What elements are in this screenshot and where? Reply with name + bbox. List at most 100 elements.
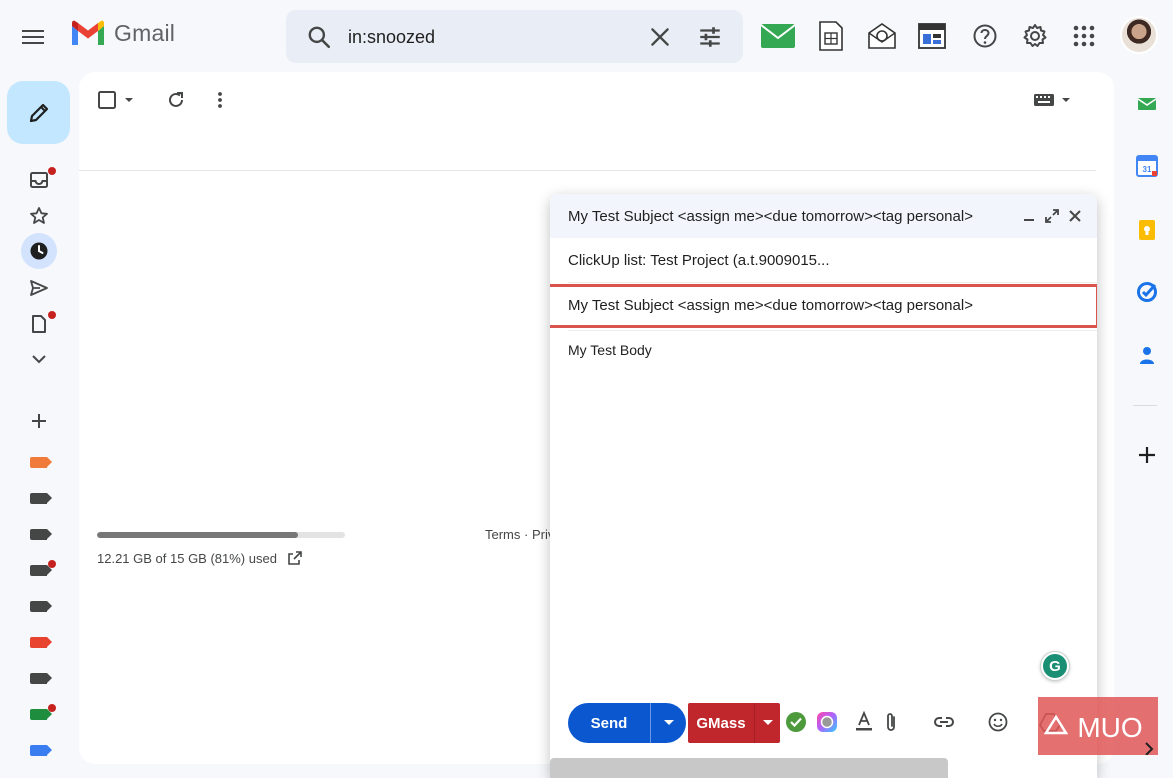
send-options-button[interactable] [650, 703, 686, 743]
refresh-icon [169, 92, 183, 107]
plus-icon [1139, 447, 1155, 463]
recipient-field[interactable]: ClickUp list: Test Project (a.t.9009015.… [568, 252, 830, 269]
compose-button[interactable] [7, 81, 70, 144]
grammarly-button[interactable]: G [1040, 651, 1070, 681]
attach-file-button[interactable] [879, 710, 903, 734]
settings-gear-icon[interactable] [1017, 18, 1053, 54]
label-tag-icon[interactable] [30, 493, 52, 504]
send-button[interactable]: Send [568, 703, 650, 743]
sheets-extension-icon[interactable] [813, 18, 849, 54]
clear-search-icon[interactable] [647, 24, 673, 50]
nav-snoozed[interactable] [21, 233, 57, 269]
refresh-button[interactable] [161, 86, 191, 114]
contacts-icon[interactable] [1133, 341, 1161, 369]
link-icon [934, 717, 954, 727]
caret-down-icon [663, 720, 674, 725]
compose-bottom-bar [550, 758, 948, 778]
storage-text: 12.21 GB of 15 GB (81%) used [97, 550, 277, 566]
more-vert-icon [218, 92, 222, 108]
paperclip-icon [887, 713, 895, 731]
drafts-dot [48, 311, 56, 319]
label-unread-dot [48, 560, 56, 568]
keep-icon[interactable] [1133, 216, 1161, 244]
nav-more[interactable] [21, 343, 57, 375]
close-compose-button[interactable] [1065, 206, 1085, 226]
apps-grid-icon[interactable] [1066, 18, 1102, 54]
check-circle-icon [786, 712, 806, 732]
chevron-down-icon [32, 355, 46, 364]
email-at-extension-icon[interactable] [864, 18, 900, 54]
nav-starred[interactable] [21, 200, 57, 232]
text-format-icon [856, 711, 872, 731]
emoji-icon [988, 712, 1008, 732]
create-label-button[interactable] [21, 405, 57, 437]
get-addons-button[interactable] [1133, 441, 1161, 469]
gmass-options-button[interactable] [754, 703, 780, 743]
fullscreen-button[interactable] [1042, 206, 1062, 226]
close-icon [1069, 210, 1081, 222]
input-tools-button[interactable] [1032, 86, 1076, 114]
label-tag-icon[interactable] [30, 565, 52, 576]
label-tag-icon[interactable] [30, 601, 52, 612]
label-tag-icon[interactable] [30, 637, 52, 648]
muo-watermark-logo: MUO [1038, 697, 1158, 755]
minimize-button[interactable] [1019, 206, 1039, 226]
mail-toolbar [79, 72, 1114, 126]
body-editor[interactable]: My Test Body [568, 342, 652, 358]
plus-icon [32, 414, 46, 428]
recipient-divider [568, 282, 1097, 283]
side-panel-divider [1133, 405, 1157, 406]
gmail-logo[interactable]: Gmail [70, 20, 175, 47]
grammarly-icon: G [1043, 654, 1067, 678]
send-icon [30, 280, 48, 296]
label-tag-icon[interactable] [30, 673, 52, 684]
insert-link-button[interactable] [932, 710, 956, 734]
inbox-icon [30, 172, 48, 188]
search-input[interactable] [348, 23, 628, 51]
label-tag-icon[interactable] [30, 457, 52, 468]
gmass-check-button[interactable] [784, 710, 808, 734]
clock-icon [30, 242, 48, 260]
keyboard-icon [1034, 94, 1070, 106]
account-avatar[interactable] [1120, 16, 1158, 54]
tasks-icon[interactable] [1133, 278, 1161, 306]
star-icon [30, 207, 48, 224]
top-bar: Gmail [0, 0, 1173, 72]
inbox-unread-dot [48, 167, 56, 175]
subject-field[interactable]: My Test Subject <assign me><due tomorrow… [568, 297, 973, 314]
label-tag-icon[interactable] [30, 709, 52, 720]
gradient-circle-icon [817, 712, 837, 732]
label-tag-icon[interactable] [30, 745, 52, 756]
mail-extension-icon[interactable] [760, 18, 796, 54]
external-link-icon[interactable] [287, 550, 303, 566]
label-tag-icon[interactable] [30, 529, 52, 540]
footer-links[interactable]: Terms · Priv [485, 527, 554, 542]
app-name: Gmail [114, 20, 176, 46]
more-options-button[interactable] [205, 86, 235, 114]
main-menu-button[interactable] [22, 22, 54, 52]
search-icon[interactable] [306, 24, 332, 50]
label-unread-dot [48, 704, 56, 712]
nav-sent[interactable] [21, 272, 57, 304]
compose-title: My Test Subject <assign me><due tomorrow… [568, 207, 973, 225]
gmass-settings-button[interactable] [815, 710, 839, 734]
storage-bar [97, 532, 345, 538]
compose-header[interactable]: My Test Subject <assign me><due tomorrow… [550, 194, 1097, 238]
search-options-icon[interactable] [697, 24, 723, 50]
minimize-icon [1024, 219, 1034, 221]
subject-divider [568, 330, 1097, 331]
calendar-icon[interactable]: 31 [1133, 152, 1161, 180]
pencil-icon [29, 103, 48, 122]
svg-text:31: 31 [1143, 165, 1152, 174]
insert-emoji-button[interactable] [986, 710, 1010, 734]
send-button-group: Send [568, 703, 686, 743]
formatting-button[interactable] [852, 710, 876, 734]
select-all-checkbox[interactable] [97, 86, 137, 114]
gmass-button[interactable]: GMass [688, 703, 754, 743]
dashboard-extension-icon[interactable] [914, 18, 950, 54]
gmail-m-icon [72, 20, 104, 45]
expand-icon [1045, 209, 1059, 223]
gmass-button-group: GMass [688, 703, 780, 743]
help-icon[interactable] [967, 18, 1003, 54]
side-mail-icon[interactable] [1133, 90, 1161, 118]
